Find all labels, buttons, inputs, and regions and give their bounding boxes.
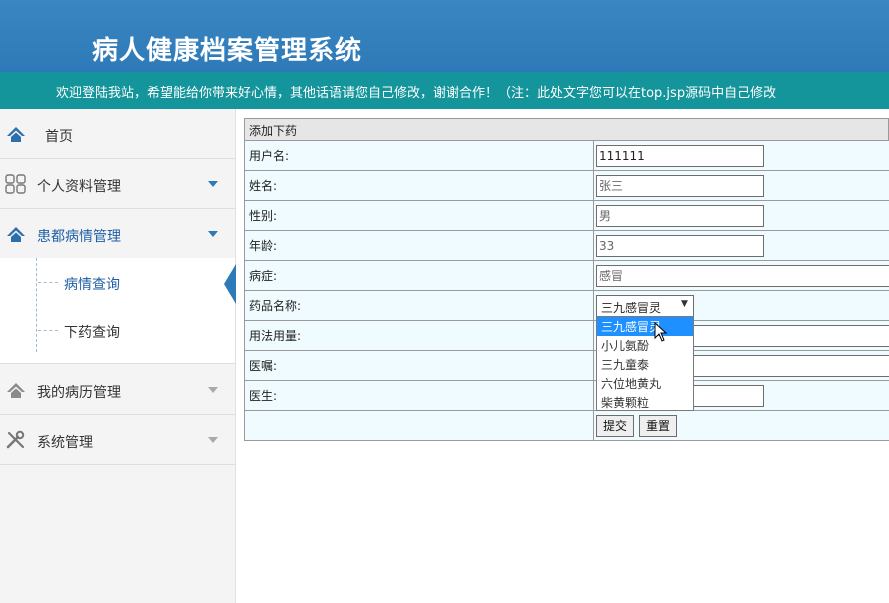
chevron-down-icon — [208, 437, 218, 443]
gender-field[interactable] — [596, 204, 764, 227]
age-label: 年龄: — [244, 230, 594, 261]
tree-branch — [38, 282, 58, 283]
sidebar-subitem-medicine[interactable]: 下药查询 — [0, 306, 235, 354]
sidebar-item-label: 患都病情管理 — [37, 229, 121, 245]
drug-option[interactable]: 六位地黄丸 — [597, 374, 693, 393]
doctor-label: 医生: — [244, 380, 594, 411]
name-field[interactable] — [596, 174, 764, 197]
active-indicator-icon — [224, 264, 236, 304]
submit-button[interactable]: 提交 — [596, 414, 635, 437]
table-row: 性别: — [244, 200, 889, 231]
tools-icon — [6, 430, 25, 449]
sidebar-item-personal[interactable]: 个人资料管理 — [0, 159, 235, 209]
age-field[interactable] — [596, 234, 764, 257]
table-row: 用法用量: — [244, 320, 889, 351]
drug-option[interactable]: 柴黄颗粒 — [597, 393, 693, 412]
marquee-bar: 欢迎登陆我站，希望能给你带来好心情，其他话语请您自己修改，谢谢合作！（注：此处文… — [0, 72, 889, 109]
disease-field[interactable] — [596, 264, 889, 287]
chevron-down-icon — [208, 231, 218, 237]
usage-label: 用法用量: — [244, 320, 594, 351]
drug-option[interactable]: 三九童泰 — [597, 355, 693, 374]
disease-cell — [593, 260, 889, 291]
drug-select-value: 三九感冒灵 — [601, 300, 662, 315]
sidebar: 首页 个人资料管理 患都病情管理 病情查询 下药查询 我的病历管理 系统管理 — [0, 109, 236, 603]
sidebar-item-illness[interactable]: 患都病情管理 — [0, 209, 235, 259]
sidebar-subitem-label: 下药查询 — [64, 325, 120, 341]
sidebar-item-label: 我的病历管理 — [37, 385, 121, 401]
sidebar-subitem-query[interactable]: 病情查询 — [0, 258, 236, 306]
sidebar-item-label: 个人资料管理 — [37, 179, 121, 195]
name-label: 姓名: — [244, 170, 594, 201]
home-icon — [7, 227, 25, 242]
sidebar-item-home[interactable]: 首页 — [0, 109, 235, 159]
tree-branch — [38, 330, 58, 331]
reset-button[interactable]: 重置 — [639, 414, 678, 437]
username-label: 用户名: — [244, 140, 594, 171]
actions-cell: 提交 重置 — [593, 410, 889, 441]
drug-options-list: 三九感冒灵 小儿氨酚 三九童泰 六位地黄丸 柴黄颗粒 — [596, 316, 694, 411]
drug-option[interactable]: 小儿氨酚 — [597, 336, 693, 355]
sidebar-item-system[interactable]: 系统管理 — [0, 415, 235, 465]
gender-cell — [593, 200, 889, 231]
username-cell — [593, 140, 889, 171]
gender-label: 性别: — [244, 200, 594, 231]
empty-cell — [244, 410, 594, 441]
disease-label: 病症: — [244, 260, 594, 291]
advice-label: 医嘱: — [244, 350, 594, 381]
table-row: 提交 重置 — [244, 410, 889, 441]
table-row: 医嘱: — [244, 350, 889, 381]
drug-select[interactable]: 三九感冒灵 ▼ — [596, 294, 694, 317]
system-title: 病人健康档案管理系统 — [92, 36, 363, 66]
header-banner: 病人健康档案管理系统 — [0, 0, 889, 72]
table-row: 药品名称: 三九感冒灵 ▼ — [244, 290, 889, 321]
drug-option[interactable]: 三九感冒灵 — [597, 317, 693, 336]
age-cell — [593, 230, 889, 261]
table-row: 姓名: — [244, 170, 889, 201]
username-field[interactable] — [596, 144, 764, 167]
add-medicine-form: 添加下药 用户名: 姓名: 性别: 年龄: 病症: — [244, 118, 889, 441]
chevron-down-icon — [208, 387, 218, 393]
submenu-illness: 病情查询 下药查询 — [0, 258, 236, 364]
drug-label: 药品名称: — [244, 290, 594, 321]
sidebar-subitem-label: 病情查询 — [64, 277, 120, 293]
sidebar-item-records[interactable]: 我的病历管理 — [0, 365, 235, 415]
sidebar-item-label: 系统管理 — [37, 435, 93, 451]
chevron-down-icon — [208, 181, 218, 187]
home-icon — [7, 383, 25, 398]
mouse-pointer-icon — [654, 322, 668, 342]
table-row: 年龄: — [244, 230, 889, 261]
name-cell — [593, 170, 889, 201]
home-icon — [7, 127, 25, 142]
grid-icon — [5, 174, 26, 194]
dropdown-arrow-icon: ▼ — [681, 298, 688, 309]
marquee-text: 欢迎登陆我站，希望能给你带来好心情，其他话语请您自己修改，谢谢合作！（注：此处文… — [56, 86, 777, 101]
table-row: 医生: — [244, 380, 889, 411]
table-row: 用户名: — [244, 140, 889, 171]
table-row: 病症: — [244, 260, 889, 291]
sidebar-item-label: 首页 — [45, 129, 73, 145]
form-table: 用户名: 姓名: 性别: 年龄: 病症: — [244, 140, 889, 441]
form-caption: 添加下药 — [244, 118, 889, 140]
